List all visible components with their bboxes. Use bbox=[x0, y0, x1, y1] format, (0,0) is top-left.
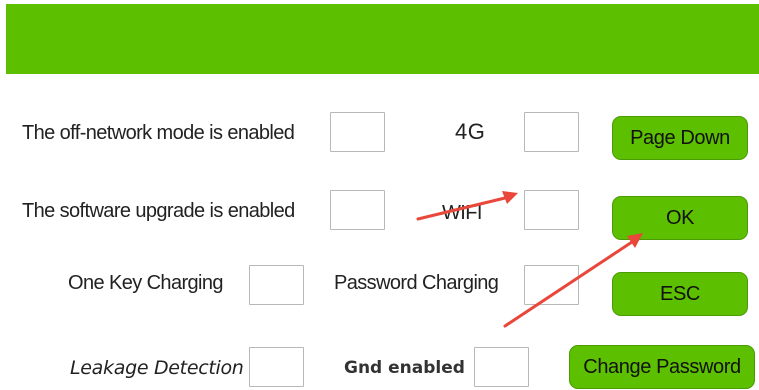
password-charging-label: Password Charging bbox=[334, 272, 499, 294]
header-bar bbox=[6, 4, 759, 74]
software-upgrade-label: The software upgrade is enabled bbox=[22, 200, 295, 222]
esc-button[interactable]: ESC bbox=[612, 272, 748, 316]
wifi-label: WIFI bbox=[442, 202, 482, 224]
4g-checkbox[interactable] bbox=[524, 112, 579, 152]
password-charging-checkbox[interactable] bbox=[524, 265, 579, 305]
off-network-mode-label: The off-network mode is enabled bbox=[22, 122, 295, 144]
wifi-checkbox[interactable] bbox=[524, 190, 579, 230]
4g-label: 4G bbox=[455, 119, 486, 144]
page-down-button[interactable]: Page Down bbox=[612, 116, 748, 160]
gnd-enabled-label: Gnd enabled bbox=[344, 358, 465, 378]
leakage-detection-checkbox[interactable] bbox=[249, 347, 304, 387]
one-key-charging-checkbox[interactable] bbox=[249, 265, 304, 305]
change-password-button[interactable]: Change Password bbox=[569, 345, 755, 389]
one-key-charging-label: One Key Charging bbox=[68, 272, 224, 294]
ok-button[interactable]: OK bbox=[612, 196, 748, 240]
leakage-detection-label: Leakage Detection bbox=[70, 357, 244, 379]
gnd-enabled-checkbox[interactable] bbox=[474, 347, 529, 387]
off-network-mode-checkbox[interactable] bbox=[330, 112, 385, 152]
software-upgrade-checkbox[interactable] bbox=[330, 190, 385, 230]
